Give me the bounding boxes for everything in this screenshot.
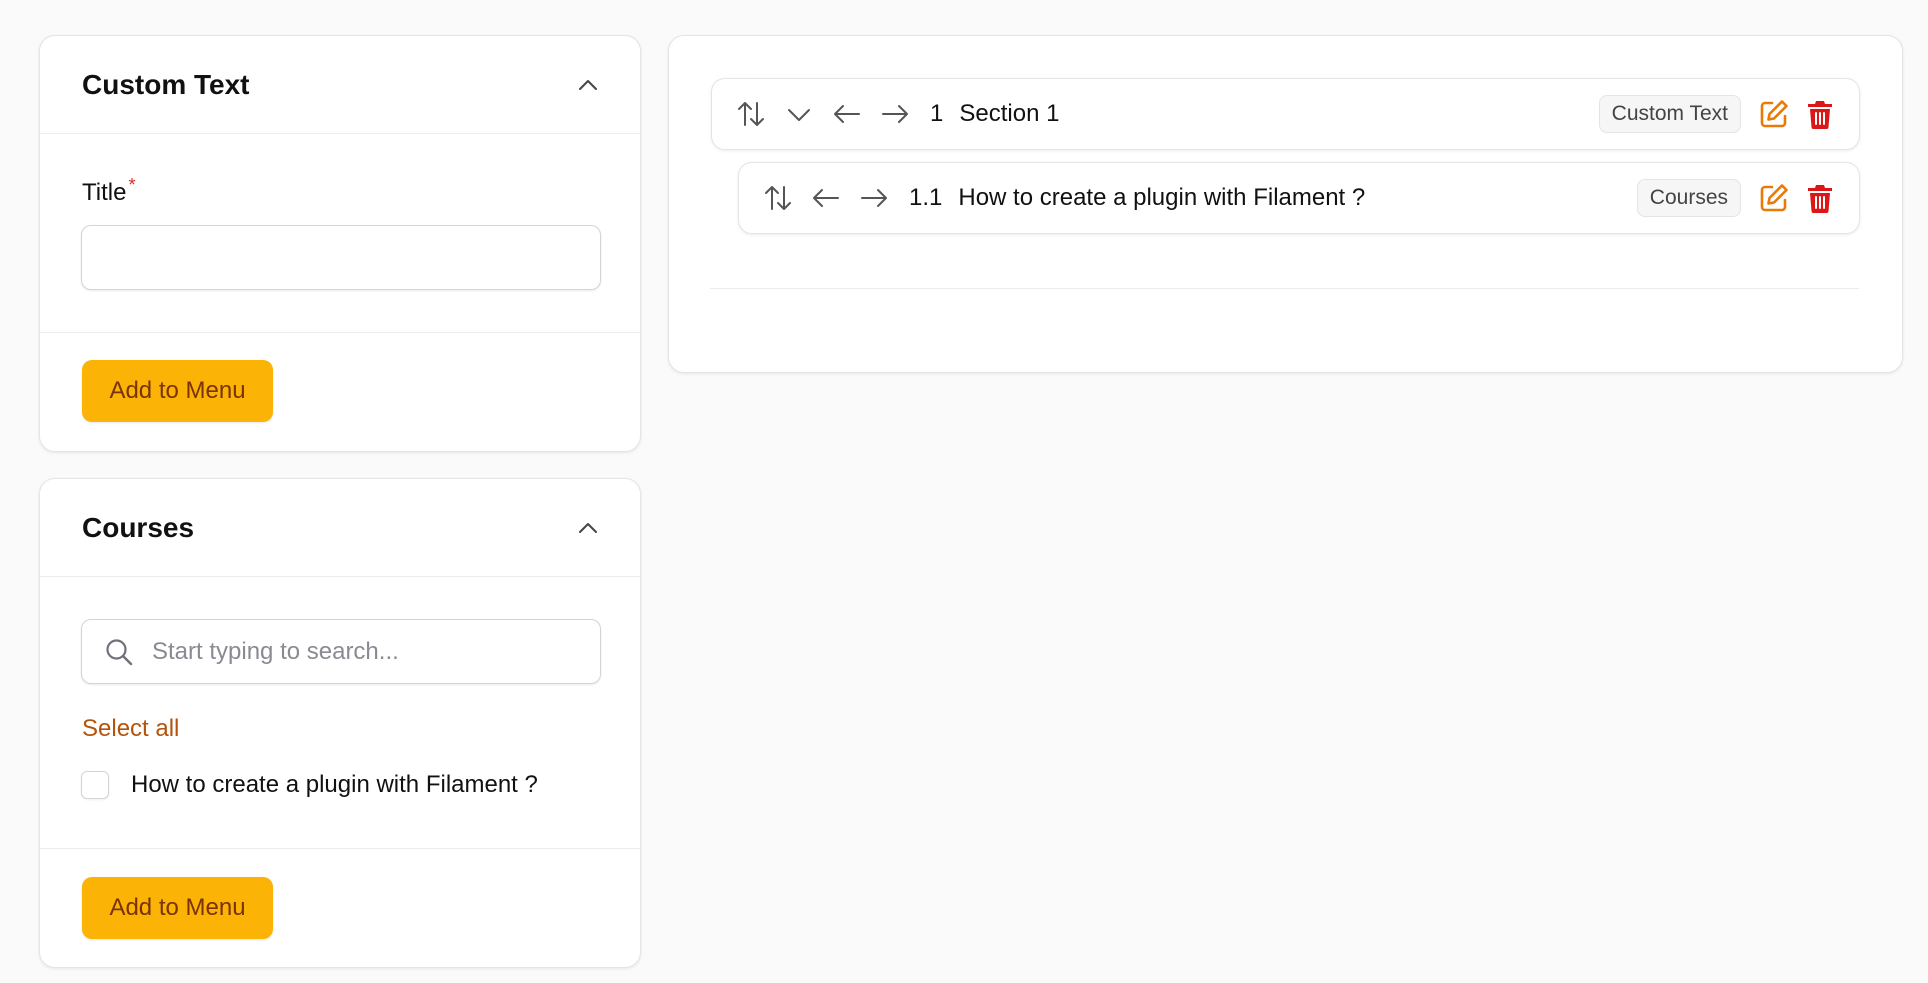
menu-item[interactable]: 1 Section 1 Custom Text xyxy=(711,78,1860,150)
title-field-label: Title * xyxy=(82,175,136,206)
menu-item-type-badge: Custom Text xyxy=(1598,95,1741,133)
menu-item-number: 1.1 xyxy=(909,184,943,211)
menu-item-type-badge: Courses xyxy=(1636,179,1741,217)
arrow-right-icon[interactable] xyxy=(857,181,891,215)
select-all-link[interactable]: Select all xyxy=(82,715,179,743)
panel-divider xyxy=(40,332,640,333)
custom-text-panel: Custom Text Title * Add to Menu xyxy=(39,35,641,452)
pencil-square-icon[interactable] xyxy=(1757,97,1791,131)
arrow-left-icon[interactable] xyxy=(830,97,864,131)
courses-search-wrapper xyxy=(81,619,601,684)
pencil-square-icon[interactable] xyxy=(1757,181,1791,215)
add-courses-to-menu-button[interactable]: Add to Menu xyxy=(82,877,273,939)
menu-tree-panel: 1 Section 1 Custom Text 1.1 How to creat… xyxy=(668,35,1903,373)
menu-tree-divider xyxy=(710,288,1859,289)
search-icon xyxy=(104,637,134,672)
menu-item-title: Section 1 xyxy=(959,100,1060,127)
add-custom-text-to-menu-button[interactable]: Add to Menu xyxy=(82,360,273,422)
chevron-up-icon[interactable] xyxy=(576,516,600,540)
menu-item-number: 1 xyxy=(930,100,944,127)
arrows-up-down-icon[interactable] xyxy=(761,181,795,215)
course-checkbox[interactable] xyxy=(81,771,109,799)
chevron-up-icon[interactable] xyxy=(576,73,600,97)
trash-icon[interactable] xyxy=(1803,181,1837,215)
panel-divider xyxy=(40,848,640,849)
menu-item-title: How to create a plugin with Filament ? xyxy=(958,184,1366,211)
courses-panel: Courses Select all How to create a plugi… xyxy=(39,478,641,968)
courses-search-input[interactable] xyxy=(82,620,600,683)
custom-text-panel-title: Custom Text xyxy=(82,68,250,100)
required-marker: * xyxy=(128,175,136,195)
custom-text-panel-header[interactable]: Custom Text xyxy=(40,36,640,134)
title-input[interactable] xyxy=(82,226,600,289)
arrows-up-down-icon[interactable] xyxy=(734,97,768,131)
menu-item[interactable]: 1.1 How to create a plugin with Filament… xyxy=(738,162,1860,234)
arrow-left-icon[interactable] xyxy=(809,181,843,215)
arrow-right-icon[interactable] xyxy=(878,97,912,131)
chevron-down-icon[interactable] xyxy=(782,97,816,131)
courses-panel-title: Courses xyxy=(82,511,195,543)
title-input-wrapper xyxy=(81,225,601,290)
trash-icon[interactable] xyxy=(1803,97,1837,131)
course-checkbox-label[interactable]: How to create a plugin with Filament ? xyxy=(131,771,538,799)
courses-panel-header[interactable]: Courses xyxy=(40,479,640,577)
